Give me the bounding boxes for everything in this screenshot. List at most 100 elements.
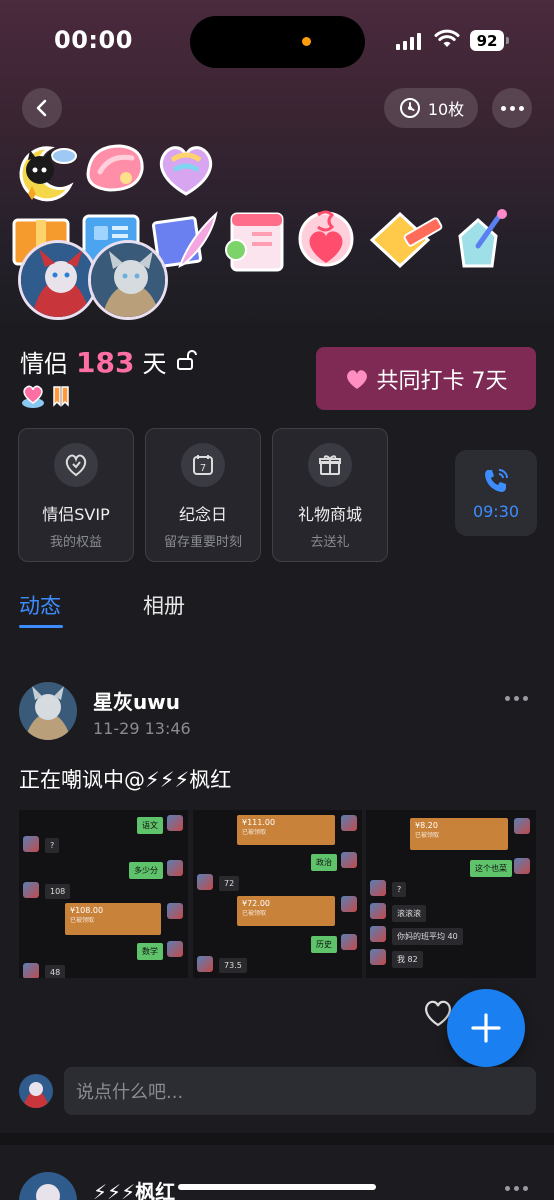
privacy-indicator-dot [302,37,311,46]
heart-icon [346,369,367,389]
chat-avatar [514,818,530,834]
couple-badges[interactable] [20,383,74,409]
post-image-2[interactable]: ¥111.00 已被领取 政治 72 ¥72.00 已被领取 历史 73.5 [193,810,362,978]
chat-bubble: 48 [45,965,66,978]
chat-bubble: 73.5 [219,958,247,973]
chat-avatar [197,956,213,972]
pink-shell-sticker-icon[interactable] [80,140,150,196]
badge-count-button[interactable]: 10枚 [384,88,478,128]
create-post-button[interactable] [447,989,525,1067]
chat-avatar [341,852,357,868]
feature-subtitle: 留存重要时刻 [163,535,242,550]
medal-clock-icon [399,98,420,118]
chat-avatar [23,836,39,852]
chat-avatar [341,934,357,950]
chat-bubble: 政治 [311,854,337,871]
tab-album[interactable]: 相册 [143,590,185,620]
gift-icon [308,443,352,487]
chat-bubble: 72 [219,876,240,891]
yellow-pencil-envelope-sticker-icon[interactable] [366,206,446,272]
chat-avatar [370,880,386,896]
chat-avatar [23,882,39,898]
pink-heart-badge-icon [22,385,44,408]
calendar-list-sticker-icon[interactable] [222,208,292,274]
tab-moments[interactable]: 动态 [19,590,61,620]
unlock-icon[interactable] [174,348,198,372]
number-three-heart-sticker-icon[interactable] [296,205,362,275]
feature-title: 情侣SVIP [42,505,110,524]
joint-checkin-button[interactable]: 共同打卡 7天 [316,347,536,410]
chat-avatar [370,949,386,965]
chat-avatar [341,896,357,912]
dynamic-island [190,16,365,68]
couple-days-unit: 天 [142,350,167,378]
chat-avatar [370,926,386,942]
partner-avatar-left[interactable] [18,240,98,320]
calendar-day: 7 [200,463,206,474]
heart-shield-icon [54,443,98,487]
red-packet-bubble: ¥8.20 已被领取 [410,818,508,850]
chat-avatar [23,963,39,978]
chat-bubble: 语文 [137,817,163,834]
post-author-name[interactable]: 星灰uwu [93,686,180,715]
paintbrush-bottle-sticker-icon[interactable] [452,206,510,272]
red-packet-bubble: ¥72.00 已被领取 [237,896,335,926]
chat-avatar [167,903,183,919]
chat-bubble: ? [45,838,60,853]
status-time: 00:00 [54,26,133,54]
partner-avatar-right[interactable] [88,240,168,320]
my-avatar [19,1074,53,1108]
phone-call-icon [485,468,508,492]
black-cat-moon-sticker-icon[interactable] [10,140,78,204]
couple-label: 情侣 [20,350,68,378]
couple-days-count: 183 [76,346,135,379]
home-indicator [178,1184,376,1190]
rainbow-heart-sticker-icon[interactable] [154,140,218,200]
post-image-1[interactable]: 语文 ? 多少分 108 ¥108.00 已被领取 数学 48 [19,810,188,978]
chat-bubble: 历史 [311,936,337,953]
chat-bubble: 滚滚滚 [392,905,426,922]
post-image-3[interactable]: ¥8.20 已被领取 这个也菜 ? 滚滚滚 你妈的班平均 40 我 82 [366,810,536,978]
battery-tip [506,37,509,44]
active-tab-indicator [19,625,63,628]
calendar-icon: 7 [181,443,225,487]
chevron-left-icon [36,99,47,117]
feature-title: 纪念日 [178,505,227,524]
chat-bubble: 你妈的班平均 40 [392,928,463,945]
more-options-button[interactable] [492,88,532,128]
chat-avatar [370,903,386,919]
post-more-button[interactable] [505,696,528,701]
post-text: 正在嘲讽中@⚡⚡⚡枫红 [19,768,232,792]
feature-title: 礼物商城 [297,505,362,524]
chat-bubble: 我 82 [392,951,423,968]
badge-count-label: 10枚 [427,100,465,119]
feature-card-svip[interactable]: 情侣SVIP 我的权益 [18,428,134,562]
post-author-avatar[interactable] [19,1172,77,1200]
feature-subtitle: 我的权益 [49,535,102,550]
couple-days-row: 情侣 183 天 [20,344,198,379]
chat-bubble: ? [392,882,407,897]
post-author-name[interactable]: ⚡⚡⚡枫红 [93,1176,175,1200]
post-timestamp: 11-29 13:46 [93,719,191,738]
chat-bubble: 108 [45,884,71,899]
voice-call-widget[interactable]: 09:30 [455,450,537,536]
feature-card-anniversary[interactable]: 7 纪念日 留存重要时刻 [145,428,261,562]
chat-avatar [167,860,183,876]
chat-bubble: 这个也菜 [470,860,512,877]
chat-bubble: 多少分 [129,862,163,879]
post-more-button[interactable] [505,1186,528,1191]
chat-bubble: 数学 [137,943,163,960]
feature-subtitle: 去送礼 [310,535,350,550]
cellular-signal-icon [396,32,421,50]
red-packet-bubble: ¥108.00 已被领取 [65,903,161,935]
chat-avatar [197,874,213,890]
plus-icon [471,1013,501,1043]
back-button[interactable] [22,88,62,128]
red-packet-bubble: ¥111.00 已被领取 [237,815,335,845]
call-time: 09:30 [472,501,520,521]
post-author-avatar[interactable] [19,682,77,740]
chat-avatar [167,815,183,831]
comment-input[interactable]: 说点什么吧... [64,1067,536,1115]
chat-avatar [341,815,357,831]
feature-card-gift-shop[interactable]: 礼物商城 去送礼 [272,428,388,562]
